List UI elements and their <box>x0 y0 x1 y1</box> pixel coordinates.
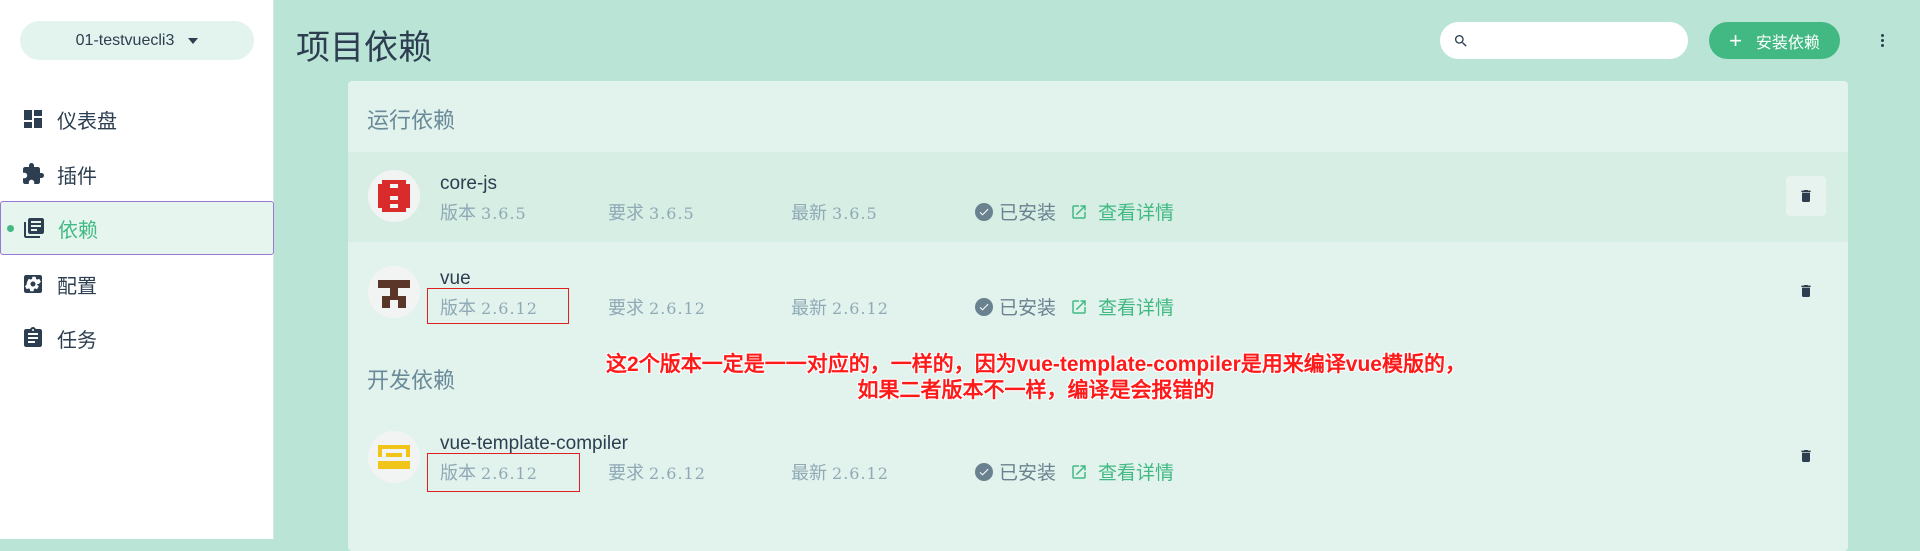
dependency-name: vue <box>440 268 471 289</box>
plus-icon: + <box>1729 27 1742 53</box>
check-circle-icon <box>975 202 993 221</box>
settings-icon <box>20 271 46 297</box>
dependency-required: 要求 2.6.12 <box>608 298 706 318</box>
dependency-required: 要求 2.6.12 <box>608 463 706 483</box>
project-name: 01-testvuecli3 <box>75 31 175 49</box>
core-js-logo <box>368 170 420 222</box>
check-circle-icon <box>975 462 993 481</box>
trash-icon <box>1801 190 1811 202</box>
dependency-name: vue-template-compiler <box>440 433 628 454</box>
chevron-down-icon <box>188 37 199 44</box>
dependency-version: 版本 3.6.5 <box>440 203 527 223</box>
dependency-row-core-js[interactable]: core-js 版本 3.6.5 要求 3.6.5 最新 3.6.5 已安装 查… <box>348 152 1848 242</box>
dependency-latest: 最新 2.6.12 <box>791 463 889 483</box>
active-indicator <box>7 225 14 232</box>
runtime-dependencies-title: 运行依赖 <box>367 108 456 133</box>
sidebar-item-tasks[interactable]: 任务 <box>0 312 274 364</box>
install-button-label: 安装依赖 <box>1755 34 1820 52</box>
dev-dependencies-title: 开发依赖 <box>367 368 456 393</box>
page-title: 项目依赖 <box>296 29 432 67</box>
library-icon <box>21 215 47 241</box>
delete-dependency-button[interactable] <box>1786 271 1826 311</box>
dependency-row-vue[interactable]: vue 版本 2.6.12 要求 2.6.12 最新 2.6.12 已安装 查看… <box>348 248 1848 338</box>
annotation-line-2: 如果二者版本不一样，编译是会报错的 <box>857 379 1215 402</box>
view-details-link[interactable]: 查看详情 <box>1070 198 1174 225</box>
sidebar-item-label: 依赖 <box>58 219 98 242</box>
view-details-link[interactable]: 查看详情 <box>1070 293 1174 320</box>
sidebar-item-plugins[interactable]: 插件 <box>0 148 274 200</box>
install-dependency-button[interactable]: + 安装依赖 <box>1709 22 1840 59</box>
check-circle-icon <box>975 297 993 316</box>
dependency-latest: 最新 3.6.5 <box>791 203 878 223</box>
external-link-icon <box>1072 204 1086 219</box>
external-link-icon <box>1072 299 1086 314</box>
installed-status: 已安装 <box>975 293 1056 320</box>
view-details-link[interactable]: 查看详情 <box>1070 458 1174 485</box>
sidebar-item-label: 配置 <box>57 275 97 298</box>
annotation-note: 这2个版本一定是一一对应的，一样的，因为vue-template-compile… <box>526 352 1546 404</box>
vue-template-compiler-logo <box>368 431 420 483</box>
trash-icon <box>1801 285 1811 297</box>
sidebar-item-label: 任务 <box>57 329 97 352</box>
delete-dependency-button[interactable] <box>1786 436 1826 476</box>
search-input[interactable] <box>1440 22 1688 59</box>
clipboard-icon <box>20 325 46 351</box>
sidebar-item-label: 插件 <box>57 165 97 188</box>
puzzle-icon <box>20 161 46 187</box>
project-selector[interactable]: 01-testvuecli3 <box>20 21 254 60</box>
vue-logo <box>368 266 420 318</box>
dependency-latest: 最新 2.6.12 <box>791 298 889 318</box>
trash-icon <box>1801 450 1811 462</box>
sidebar-item-dependencies[interactable]: 依赖 <box>0 201 274 255</box>
sidebar: 01-testvuecli3 仪表盘 插件 依赖 配置 任务 <box>0 0 274 539</box>
sidebar-item-config[interactable]: 配置 <box>0 258 274 310</box>
dashboard-icon <box>20 106 46 132</box>
dependency-name: core-js <box>440 173 498 194</box>
sidebar-item-dashboard[interactable]: 仪表盘 <box>0 93 274 145</box>
version-highlight-box-vue <box>427 288 569 324</box>
version-highlight-box-compiler <box>427 453 580 492</box>
annotation-line-1: 这2个版本一定是一一对应的，一样的，因为vue-template-compile… <box>606 353 1466 376</box>
sidebar-item-label: 仪表盘 <box>57 110 117 133</box>
dependency-required: 要求 3.6.5 <box>608 203 695 223</box>
external-link-icon <box>1072 464 1086 479</box>
installed-status: 已安装 <box>975 198 1056 225</box>
delete-dependency-button[interactable] <box>1786 176 1826 216</box>
search-icon <box>1453 33 1469 49</box>
more-options-icon[interactable] <box>1872 28 1892 52</box>
installed-status: 已安装 <box>975 458 1056 485</box>
